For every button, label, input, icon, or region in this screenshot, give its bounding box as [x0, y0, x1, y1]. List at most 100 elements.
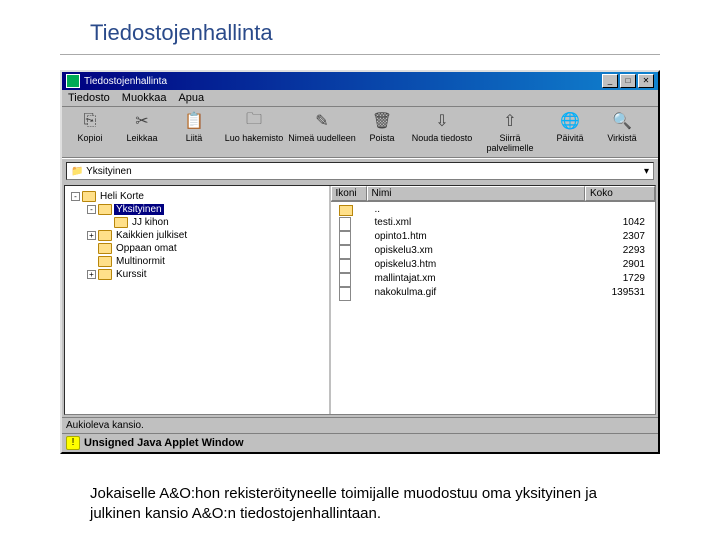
toolbar-icon: ✎ — [312, 111, 332, 131]
file-row[interactable]: opiskelu3.xm2293 — [331, 245, 656, 259]
tree-item[interactable]: + Kurssit — [69, 268, 325, 281]
menu-file[interactable]: Tiedosto — [68, 92, 110, 104]
tree-item[interactable]: Oppaan omat — [69, 242, 325, 255]
toolbar-icon: 📋 — [184, 111, 204, 131]
tree-label[interactable]: Kurssit — [114, 269, 149, 280]
tree-label[interactable]: Multinormit — [114, 256, 167, 267]
toolbar-icon: ⎘ — [80, 111, 100, 131]
menu-help[interactable]: Apua — [178, 92, 204, 104]
col-name[interactable]: Nimi — [367, 186, 586, 201]
folder-icon — [82, 191, 96, 202]
file-name: opiskelu3.htm — [371, 259, 582, 273]
file-icon — [339, 287, 351, 301]
app-icon — [66, 74, 80, 88]
file-size: 2901 — [581, 259, 651, 273]
file-icon — [339, 231, 351, 245]
folder-icon — [114, 217, 128, 228]
file-size: 1042 — [581, 217, 651, 231]
applet-warning-bar: ! Unsigned Java Applet Window — [62, 433, 658, 452]
toolbar-nimeä-uudelleen[interactable]: ✎Nimeä uudelleen — [288, 111, 356, 153]
expand-icon[interactable]: + — [87, 231, 96, 240]
tree-item[interactable]: JJ kihon — [69, 216, 325, 229]
warning-icon: ! — [66, 436, 80, 450]
file-size: 1729 — [581, 273, 651, 287]
tree-label[interactable]: Yksityinen — [114, 204, 164, 215]
folder-icon — [98, 269, 112, 280]
title-divider — [60, 54, 660, 55]
file-row[interactable]: testi.xml1042 — [331, 217, 656, 231]
file-row[interactable]: mallintajat.xm1729 — [331, 273, 656, 287]
col-icon[interactable]: Ikoni — [331, 186, 367, 201]
collapse-icon[interactable]: - — [71, 192, 80, 201]
slide-caption: Jokaiselle A&O:hon rekisteröityneelle to… — [60, 484, 660, 523]
file-icon — [339, 259, 351, 273]
col-size[interactable]: Koko — [585, 186, 655, 201]
toolbar-siirrä-palvelimelle[interactable]: ⇧Siirrä palvelimelle — [476, 111, 544, 153]
list-header: Ikoni Nimi Koko — [331, 186, 656, 202]
expand-icon[interactable]: + — [87, 270, 96, 279]
up-folder-icon — [339, 205, 353, 216]
toolbar-liitä[interactable]: 📋Liitä — [168, 111, 220, 153]
file-icon — [339, 217, 351, 231]
maximize-button[interactable]: □ — [620, 74, 636, 88]
window-title: Tiedostojenhallinta — [84, 76, 167, 87]
folder-icon — [98, 204, 112, 215]
toolbar-päivitä[interactable]: 🌐Päivitä — [544, 111, 596, 153]
tree-label[interactable]: Kaikkien julkiset — [114, 230, 189, 241]
toolbar-icon: ⇩ — [432, 111, 452, 131]
path-bar: 📁 Yksityinen ▾ — [62, 158, 658, 183]
toolbar-icon: 🗀 — [244, 111, 264, 131]
tree-item[interactable]: - Yksityinen — [69, 203, 325, 216]
tree-label[interactable]: JJ kihon — [130, 217, 171, 228]
file-row[interactable]: nakokulma.gif139531 — [331, 287, 656, 301]
file-row[interactable]: .. — [331, 204, 656, 217]
folder-icon — [98, 256, 112, 267]
toolbar-icon: 🗑 — [372, 111, 392, 131]
file-name: testi.xml — [371, 217, 582, 231]
path-dropdown[interactable]: 📁 Yksityinen ▾ — [66, 162, 654, 180]
page-title: Tiedostojenhallinta — [60, 20, 660, 46]
chevron-down-icon: ▾ — [644, 166, 649, 177]
file-name: mallintajat.xm — [371, 273, 582, 287]
file-row[interactable]: opinto1.htm2307 — [331, 231, 656, 245]
toolbar-icon: 🔍 — [612, 111, 632, 131]
tree-item[interactable]: + Kaikkien julkiset — [69, 229, 325, 242]
tree-label[interactable]: Heli Korte — [98, 191, 146, 202]
status-bar: Aukioleva kansio. — [62, 417, 658, 433]
toolbar-leikkaa[interactable]: ✂Leikkaa — [116, 111, 168, 153]
file-size: 2293 — [581, 245, 651, 259]
file-size: 2307 — [581, 231, 651, 245]
folder-icon — [98, 230, 112, 241]
file-list[interactable]: Ikoni Nimi Koko ..testi.xml1042opinto1.h… — [331, 186, 656, 414]
menu-edit[interactable]: Muokkaa — [122, 92, 167, 104]
menubar: Tiedosto Muokkaa Apua — [62, 90, 658, 106]
file-manager-window: Tiedostojenhallinta _ □ ✕ Tiedosto Muokk… — [60, 70, 660, 454]
toolbar-icon: ✂ — [132, 111, 152, 131]
tree-item[interactable]: Multinormit — [69, 255, 325, 268]
toolbar-kopioi[interactable]: ⎘Kopioi — [64, 111, 116, 153]
toolbar-icon: ⇧ — [500, 111, 520, 131]
file-name: .. — [371, 204, 582, 217]
file-icon — [339, 245, 351, 259]
file-size — [581, 204, 651, 217]
toolbar-virkistä[interactable]: 🔍Virkistä — [596, 111, 648, 153]
file-icon — [339, 273, 351, 287]
file-size: 139531 — [581, 287, 651, 301]
toolbar-luo-hakemisto[interactable]: 🗀Luo hakemisto — [220, 111, 288, 153]
close-button[interactable]: ✕ — [638, 74, 654, 88]
file-row[interactable]: opiskelu3.htm2901 — [331, 259, 656, 273]
toolbar-poista[interactable]: 🗑Poista — [356, 111, 408, 153]
minimize-button[interactable]: _ — [602, 74, 618, 88]
file-name: opiskelu3.xm — [371, 245, 582, 259]
folder-tree[interactable]: -Heli Korte-YksityinenJJ kihon+Kaikkien … — [65, 186, 331, 414]
titlebar: Tiedostojenhallinta _ □ ✕ — [62, 72, 658, 90]
file-name: nakokulma.gif — [371, 287, 582, 301]
toolbar: ⎘Kopioi✂Leikkaa📋Liitä🗀Luo hakemisto✎Nime… — [62, 106, 658, 158]
toolbar-icon: 🌐 — [560, 111, 580, 131]
collapse-icon[interactable]: - — [87, 205, 96, 214]
folder-icon — [98, 243, 112, 254]
toolbar-nouda-tiedosto[interactable]: ⇩Nouda tiedosto — [408, 111, 476, 153]
tree-label[interactable]: Oppaan omat — [114, 243, 179, 254]
tree-item[interactable]: - Heli Korte — [69, 190, 325, 203]
file-name: opinto1.htm — [371, 231, 582, 245]
